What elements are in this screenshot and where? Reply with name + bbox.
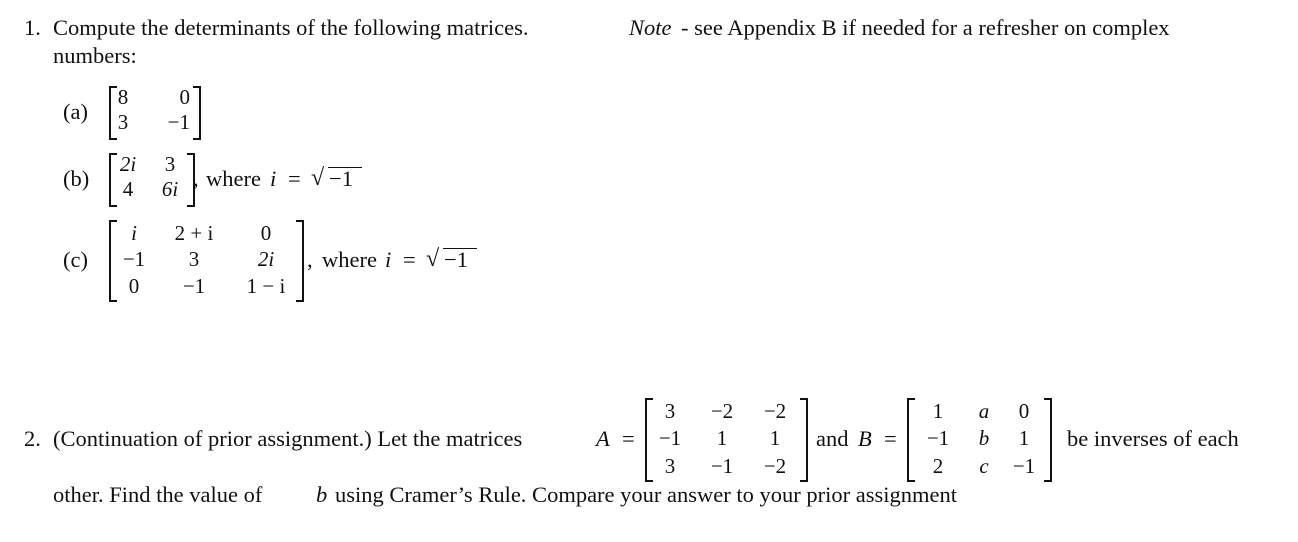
problem-1-number: 1. <box>24 15 41 40</box>
matrix-cell: 4 <box>122 177 134 201</box>
a-variable: A <box>596 426 610 451</box>
matrix-cell: 1 <box>932 399 944 423</box>
note-text: - see Appendix B if needed for a refresh… <box>681 15 1170 40</box>
matrix-cell: −1 <box>167 110 190 134</box>
matrix-cell: −1 <box>182 274 206 298</box>
i-variable: i <box>385 247 392 272</box>
part-b-label: (b) <box>63 166 90 191</box>
equals-sign: = <box>288 166 301 191</box>
problem-1-intro: Compute the determinants of the followin… <box>53 15 529 40</box>
part-c-label: (c) <box>63 247 88 272</box>
matrix-cell: 2 <box>932 454 944 478</box>
matrix-cell: −2 <box>763 454 787 478</box>
i-variable: i <box>270 166 277 191</box>
matrix-cell: −1 <box>926 426 950 450</box>
problem-2-line2-end: using Cramer’s Rule. Compare your answer… <box>335 482 957 507</box>
matrix-cell: 1 <box>716 426 728 450</box>
where-text: where <box>322 247 377 272</box>
matrix-cell: −2 <box>710 399 734 423</box>
radicand: −1 <box>329 166 353 191</box>
sqrt-icon: √ <box>311 165 325 191</box>
where-text: where <box>206 166 261 191</box>
matrix-cell: i <box>131 221 137 245</box>
matrix-cell: 3 <box>164 152 176 176</box>
comma: , <box>193 166 199 191</box>
matrix-cell: 1 <box>769 426 781 450</box>
comma: , <box>307 247 313 272</box>
matrix-cell: 6i <box>161 177 179 201</box>
matrix-cell: 8 <box>117 85 129 109</box>
matrix-cell: 3 <box>117 110 129 134</box>
matrix-cell: b <box>978 426 990 450</box>
left-bracket <box>907 398 915 482</box>
matrix-cell: c <box>979 454 989 478</box>
matrix-cell: 3 <box>664 454 676 478</box>
matrix-cell: 1 − i <box>246 274 286 298</box>
matrix-cell: a <box>978 399 990 423</box>
equals-sign: = <box>403 247 416 272</box>
and-text: and <box>816 426 849 451</box>
matrix-cell: 2 + i <box>174 221 214 245</box>
matrix-cell: −1 <box>710 454 734 478</box>
part-a-label: (a) <box>63 99 88 124</box>
problem-1-line2: numbers: <box>53 43 137 68</box>
matrix-cell: −1 <box>122 247 146 271</box>
right-bracket <box>800 398 808 482</box>
matrix-cell: 2i <box>119 152 137 176</box>
problem-2-intro: (Continuation of prior assignment.) Let … <box>53 426 523 451</box>
matrix-cell: 1 <box>1018 426 1030 450</box>
matrix-cell: 3 <box>188 247 200 271</box>
matrix-cell: 2i <box>257 247 275 271</box>
radicand: −1 <box>444 247 468 272</box>
matrix-cell: 0 <box>128 274 140 298</box>
note-label: Note <box>629 15 672 40</box>
right-bracket <box>296 220 304 302</box>
equals-sign: = <box>884 426 897 451</box>
problem-2-number: 2. <box>24 426 41 451</box>
matrix-cell: −2 <box>763 399 787 423</box>
b-matrix-variable: B <box>858 426 872 451</box>
matrix-cell: 0 <box>260 221 272 245</box>
sqrt-icon: √ <box>426 246 440 272</box>
problem-2-line2-start: other. Find the value of <box>53 482 263 507</box>
b-variable: b <box>316 482 328 507</box>
matrix-cell: 3 <box>664 399 676 423</box>
matrix-cell: 0 <box>1018 399 1030 423</box>
right-bracket <box>193 86 201 140</box>
matrix-cell: −1 <box>1012 454 1036 478</box>
equals-sign: = <box>622 426 635 451</box>
problem-2-after-b: be inverses of each <box>1067 426 1239 451</box>
matrix-cell: −1 <box>658 426 682 450</box>
matrix-cell: 0 <box>179 85 191 109</box>
